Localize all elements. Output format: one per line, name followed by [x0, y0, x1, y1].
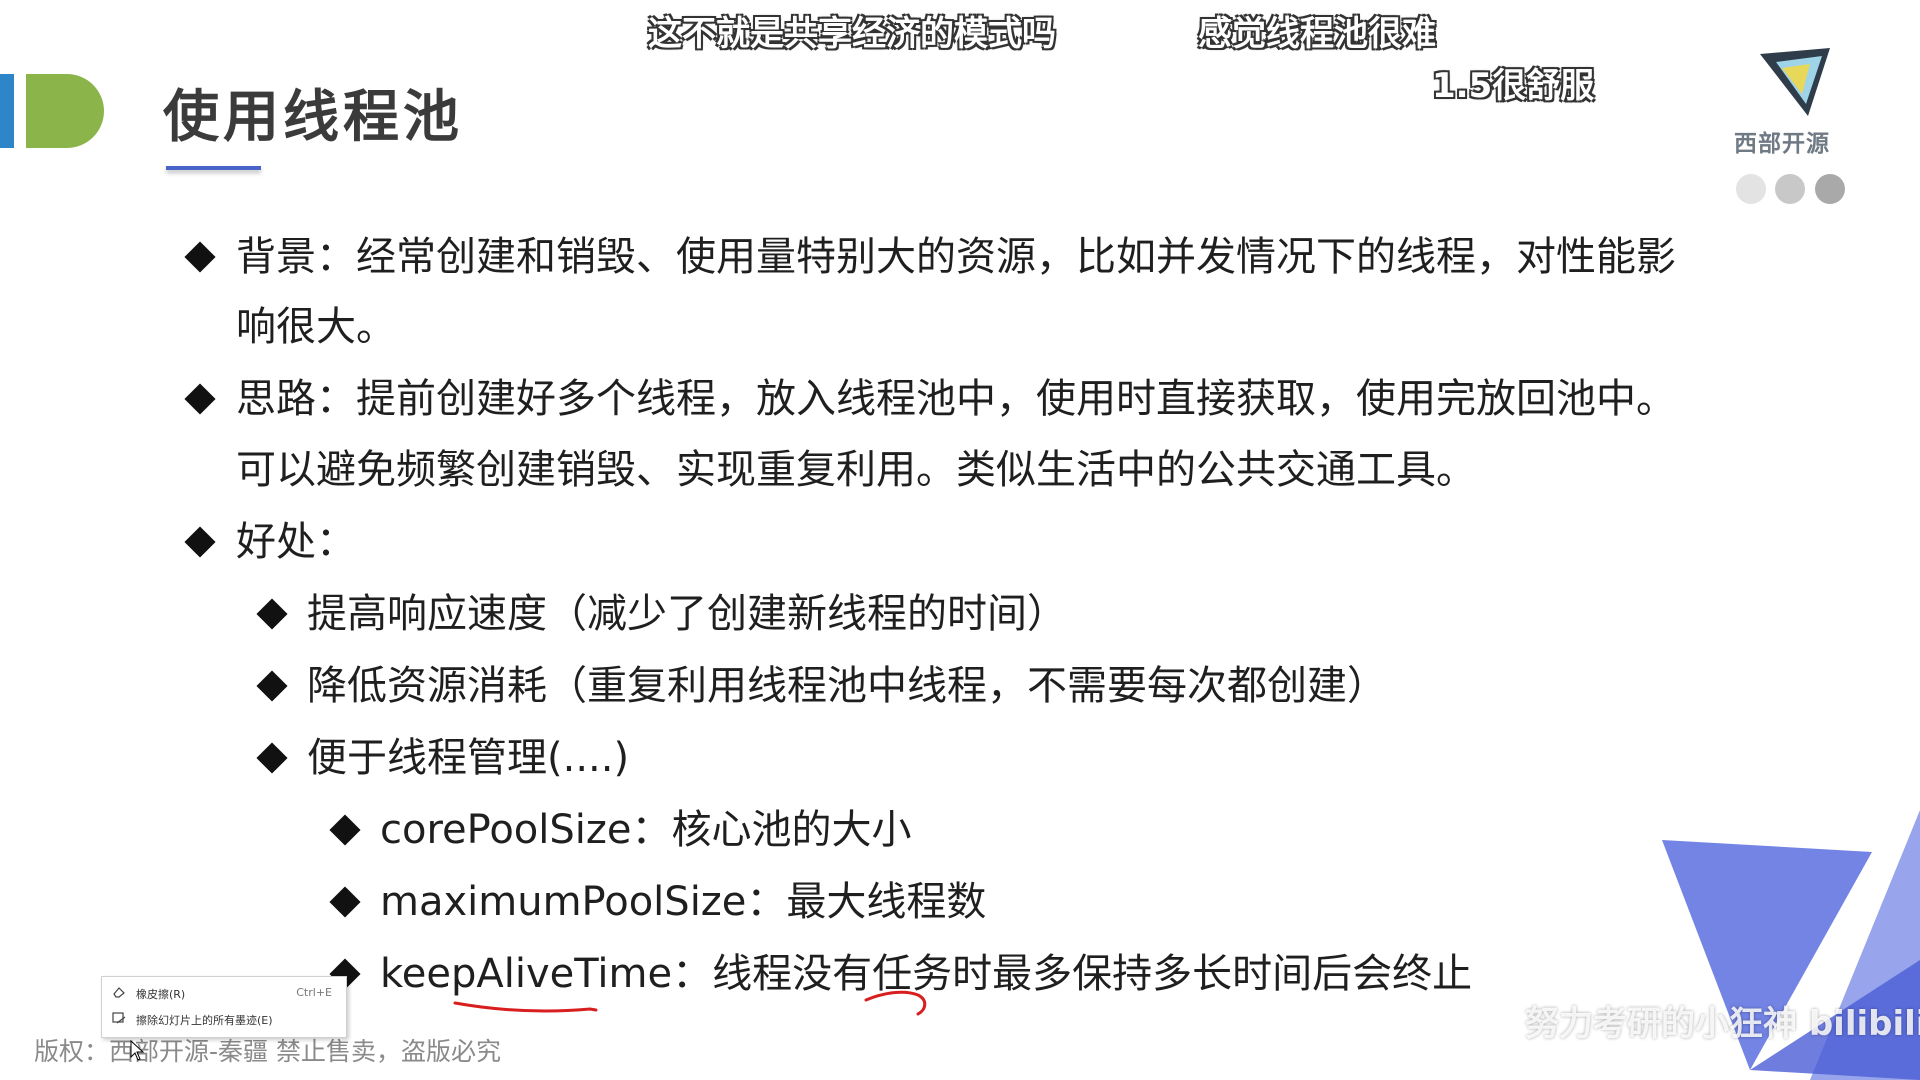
menu-item-label: 擦除幻灯片上的所有墨迹(E) — [136, 1014, 273, 1027]
title-accent-bar — [0, 74, 14, 148]
pen-context-menu: 橡皮擦(R) Ctrl+E 擦除幻灯片上的所有墨迹(E) — [101, 976, 347, 1038]
sub-sub-bullet-text: corePoolSize：核心池的大小 — [380, 807, 912, 853]
sub-bullet-diamond-icon — [256, 742, 288, 774]
bullet-diamond-icon — [184, 526, 216, 558]
title-accent-shape — [26, 74, 104, 148]
brand-logo-text: 西部开源 — [1734, 131, 1830, 157]
sub-bullet-diamond-icon — [256, 598, 288, 630]
bullet-text: 背景：经常创建和销毁、使用量特别大的资源，比如并发情况下的线程，对性能影 — [236, 234, 1676, 280]
slide: 使用线程池 西部开源 这不就是共享经济的模式吗 感觉线程池很难 1.5很舒服 背… — [0, 0, 1920, 1080]
slide-title: 使用线程池 — [163, 85, 463, 150]
erase-all-icon — [112, 1012, 126, 1024]
sub-bullet-text: 降低资源消耗（重复利用线程池中线程，不需要每次都创建） — [307, 663, 1387, 709]
menu-item-shortcut: Ctrl+E — [296, 986, 332, 999]
bullet-diamond-icon — [184, 383, 216, 415]
video-watermark: 努力考研的小狂神 bilibili — [1525, 1004, 1920, 1044]
title-underline — [166, 166, 261, 170]
menu-item-eraser[interactable]: 橡皮擦(R) Ctrl+E — [102, 981, 346, 1005]
sub-sub-bullet-text: keepAliveTime：线程没有任务时最多保持多长时间后会终止 — [380, 951, 1473, 997]
bullet-diamond-icon — [184, 241, 216, 273]
menu-item-erase-all[interactable]: 擦除幻灯片上的所有墨迹(E) — [102, 1007, 346, 1031]
mouse-cursor-icon — [130, 1040, 145, 1061]
menu-item-label: 橡皮擦(R) — [136, 988, 186, 1001]
eraser-icon — [113, 987, 125, 998]
sub-sub-bullet-diamond-icon — [329, 886, 361, 918]
danmaku-comment: 感觉线程池很难 — [1198, 14, 1436, 54]
page-dot-3 — [1815, 174, 1845, 204]
bullet-text: 思路：提前创建好多个线程，放入线程池中，使用时直接获取，使用完放回池中。 — [236, 376, 1676, 422]
sub-bullet-diamond-icon — [256, 670, 288, 702]
page-dot-2 — [1775, 174, 1805, 204]
bullet-text-continuation: 可以避免频繁创建销毁、实现重复利用。类似生活中的公共交通工具。 — [236, 447, 1476, 493]
danmaku-comment: 1.5很舒服 — [1432, 66, 1595, 106]
danmaku-comment: 这不就是共享经济的模式吗 — [648, 14, 1056, 54]
page-dot-1 — [1736, 174, 1766, 204]
sub-sub-bullet-text: maximumPoolSize：最大线程数 — [380, 879, 987, 925]
sub-sub-bullet-diamond-icon — [329, 814, 361, 846]
bullet-text: 好处： — [236, 519, 356, 565]
sub-bullet-text: 便于线程管理(....) — [307, 735, 630, 781]
sub-bullet-text: 提高响应速度（减少了创建新线程的时间） — [307, 591, 1067, 637]
bullet-text-continuation: 响很大。 — [236, 304, 396, 350]
